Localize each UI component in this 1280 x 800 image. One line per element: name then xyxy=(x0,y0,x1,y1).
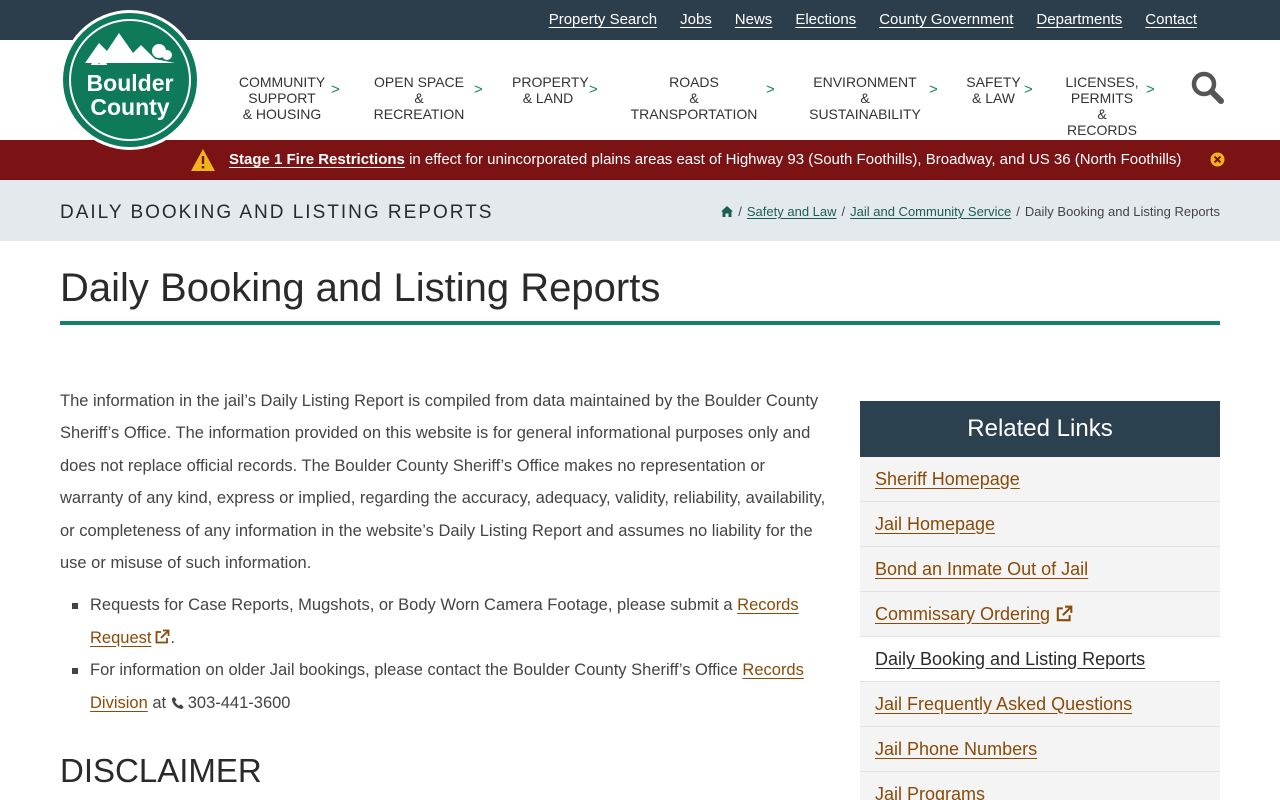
nav-safety-law[interactable]: Safety & Law > xyxy=(966,74,1033,106)
related-link-sheriff-homepage[interactable]: Sheriff Homepage xyxy=(875,469,1020,490)
list-item-text: . xyxy=(170,628,176,647)
fire-restriction-alert: Stage 1 Fire Restrictions in effect for … xyxy=(0,140,1280,180)
list-item: Jail Phone Numbers xyxy=(860,727,1220,772)
related-link-jail-phone-numbers[interactable]: Jail Phone Numbers xyxy=(875,739,1037,760)
nav-label-line: & Transportation xyxy=(630,90,758,122)
logo-badge: Boulder County xyxy=(63,13,197,147)
nav-property-land[interactable]: Property & Land > xyxy=(512,74,598,106)
home-icon[interactable] xyxy=(721,206,734,217)
chevron-right-icon: > xyxy=(929,81,938,98)
chevron-right-icon: > xyxy=(766,81,775,98)
intro-paragraph: The information in the jail’s Daily List… xyxy=(60,392,826,573)
utility-link-departments[interactable]: Departments xyxy=(1036,11,1122,28)
list-item: Jail Programs xyxy=(860,772,1220,800)
nav-label-line: Licenses, xyxy=(1065,74,1139,90)
related-link-jail-faq[interactable]: Jail Frequently Asked Questions xyxy=(875,694,1132,715)
breadcrumb-current: Daily Booking and Listing Reports xyxy=(1024,204,1220,219)
nav-community-support-housing[interactable]: Community Support & Housing > xyxy=(238,74,340,122)
chevron-right-icon: > xyxy=(331,81,340,98)
list-item-current: Daily Booking and Listing Reports xyxy=(860,637,1220,682)
list-item: Commissary Ordering xyxy=(860,592,1220,637)
breadcrumb: / Safety and Law / Jail and Community Se… xyxy=(721,204,1220,219)
breadcrumb-separator: / xyxy=(841,204,846,219)
nav-roads-transportation[interactable]: Roads & Transportation > xyxy=(627,74,775,122)
phone-number-link[interactable]: 303-441-3600 xyxy=(188,694,291,712)
phone-icon xyxy=(171,696,184,709)
nav-environment-sustainability[interactable]: Environment & Sustainability > xyxy=(805,74,938,122)
nav-label-line: Property xyxy=(512,74,589,90)
warning-icon xyxy=(191,149,215,171)
nav-label-line: & Sustainability xyxy=(809,90,921,122)
list-item: Jail Homepage xyxy=(860,502,1220,547)
breadcrumb-separator: / xyxy=(1016,204,1020,219)
close-alert-icon[interactable] xyxy=(1210,152,1225,167)
list-item: For information on older Jail bookings, … xyxy=(70,654,830,719)
utility-bar: Property Search Jobs News Elections Coun… xyxy=(0,0,1280,40)
nav-label-line: & Records xyxy=(1066,106,1137,138)
chevron-right-icon: > xyxy=(474,81,483,98)
utility-link-elections[interactable]: Elections xyxy=(795,11,856,28)
site-header: Boulder County Community Support & Housi… xyxy=(0,10,1280,150)
nav-label-line: & Housing xyxy=(242,106,322,122)
nav-licenses-permits-records[interactable]: Licenses, Permits & Records > xyxy=(1062,74,1154,138)
nav-label-line: Open Space xyxy=(374,74,464,90)
alert-text: in effect for unincorporated plains area… xyxy=(404,151,1182,168)
page-heading: Daily Booking and Listing Reports xyxy=(60,266,661,310)
chevron-right-icon: > xyxy=(589,81,598,98)
breadcrumb-jail-and-community-service[interactable]: Jail and Community Service xyxy=(850,204,1011,219)
list-item: Bond an Inmate Out of Jail xyxy=(860,547,1220,592)
county-logo[interactable]: Boulder County xyxy=(60,10,200,150)
related-link-jail-homepage[interactable]: Jail Homepage xyxy=(875,514,995,535)
related-link-commissary-ordering[interactable]: Commissary Ordering xyxy=(875,604,1050,625)
mountain-icon xyxy=(85,33,175,65)
nav-label-line: Community xyxy=(238,74,326,90)
nav-label-line: Permits xyxy=(1070,90,1134,106)
breadcrumb-safety-and-law[interactable]: Safety and Law xyxy=(747,204,837,219)
chevron-right-icon: > xyxy=(1146,81,1155,98)
nav-label-line: & Recreation xyxy=(373,90,465,122)
breadcrumb-separator: / xyxy=(738,204,742,219)
utility-link-news[interactable]: News xyxy=(735,11,773,28)
disclaimer-heading: DISCLAIMER xyxy=(60,752,262,789)
utility-link-county-government[interactable]: County Government xyxy=(879,11,1013,28)
nav-label-line: & Land xyxy=(522,90,574,106)
related-link-label: Commissary Ordering xyxy=(875,603,1051,624)
nav-label-line: Safety xyxy=(966,74,1021,90)
list-item-text: at xyxy=(147,693,171,712)
related-link-bond-inmate[interactable]: Bond an Inmate Out of Jail xyxy=(875,559,1088,580)
utility-nav: Property Search Jobs News Elections Coun… xyxy=(549,0,1197,40)
search-icon[interactable] xyxy=(1190,70,1224,104)
page-title-bar: Daily Booking and Listing Reports / Safe… xyxy=(0,180,1280,241)
heading-divider xyxy=(60,321,1220,325)
related-links-title: Related Links xyxy=(860,401,1220,457)
section-title: Daily Booking and Listing Reports xyxy=(60,202,494,223)
utility-link-contact[interactable]: Contact xyxy=(1145,11,1197,28)
chevron-right-icon: > xyxy=(1024,81,1033,98)
utility-link-property-search[interactable]: Property Search xyxy=(549,11,657,28)
related-link-jail-programs[interactable]: Jail Programs xyxy=(875,784,985,800)
nav-label-line: Support xyxy=(248,90,316,106)
related-link-daily-booking-current[interactable]: Daily Booking and Listing Reports xyxy=(875,649,1145,670)
list-item-text: For information on older Jail bookings, … xyxy=(90,661,743,680)
alert-message: Stage 1 Fire Restrictions in effect for … xyxy=(229,151,1181,168)
nav-label-line: Roads xyxy=(669,74,719,90)
logo-text-boulder: Boulder xyxy=(86,70,174,96)
list-item: Jail Frequently Asked Questions xyxy=(860,682,1220,727)
list-item: Sheriff Homepage xyxy=(860,457,1220,502)
nav-label-line: Environment xyxy=(813,74,917,90)
list-item-text: Requests for Case Reports, Mugshots, or … xyxy=(90,596,738,615)
alert-link-fire-restrictions[interactable]: Stage 1 Fire Restrictions xyxy=(229,151,405,168)
nav-label-line: & Law xyxy=(971,90,1016,106)
main-content: The information in the jail’s Daily List… xyxy=(60,385,830,719)
external-link-icon xyxy=(156,629,170,644)
logo-text-county: County xyxy=(90,94,170,120)
utility-link-jobs[interactable]: Jobs xyxy=(680,11,712,28)
related-links-list: Sheriff Homepage Jail Homepage Bond an I… xyxy=(860,457,1220,800)
related-links-sidebar: Related Links Sheriff Homepage Jail Home… xyxy=(860,401,1220,800)
list-item: Requests for Case Reports, Mugshots, or … xyxy=(70,589,830,654)
info-list: Requests for Case Reports, Mugshots, or … xyxy=(70,589,830,719)
external-link-icon xyxy=(1056,605,1073,622)
nav-open-space-recreation[interactable]: Open Space & Recreation > xyxy=(370,74,483,122)
